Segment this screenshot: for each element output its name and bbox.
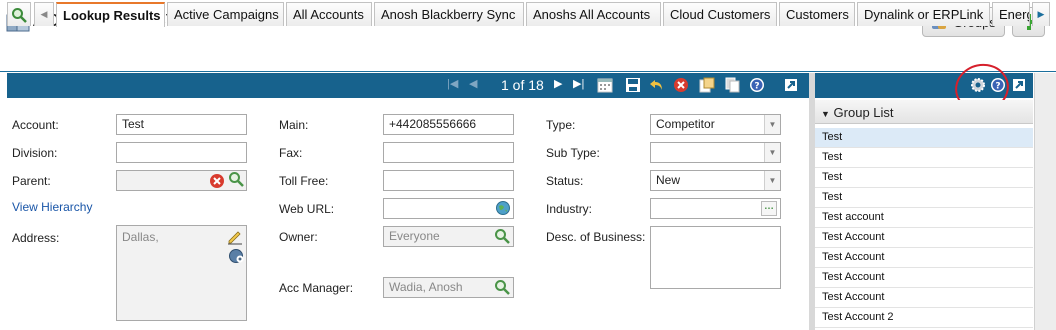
tab-anoshs-all-accounts[interactable]: Anoshs All Accounts [526,2,661,26]
status-value: New [656,173,681,187]
owner-lookup-icon[interactable] [494,228,510,244]
first-record-icon[interactable]: |◀ [447,77,463,93]
acc-manager-lookup-icon[interactable] [494,279,510,295]
tab-strip [0,46,1056,72]
group-list-item[interactable]: Test [815,148,1033,168]
triangle-right-icon: ▶ [1037,9,1045,19]
web-url-label: Web URL: [279,202,335,216]
desc-of-business-label: Desc. of Business: [546,230,646,244]
group-list-item[interactable]: Test [815,188,1033,208]
group-list-header[interactable]: ▼ Group List [815,100,1033,124]
magnifier-icon [12,7,27,23]
industry-label: Industry: [546,202,593,216]
address-label: Address: [12,231,60,245]
duplicate-icon[interactable] [725,77,741,93]
acc-manager-label: Acc Manager: [279,281,354,295]
address-text: Dallas, [122,230,159,244]
tab-customers[interactable]: Customers [779,2,855,26]
fax-field[interactable] [383,142,514,163]
account-field[interactable]: Test [116,114,247,135]
type-label: Type: [546,118,576,132]
view-hierarchy-link[interactable]: View Hierarchy [12,200,92,214]
group-list-item[interactable]: Test Account [815,288,1033,308]
collapse-triangle-icon: ▼ [821,109,830,119]
type-select[interactable]: Competitor ▼ [650,114,781,135]
group-list-title: Group List [833,105,894,120]
status-label: Status: [546,174,584,188]
undo-icon[interactable] [649,77,665,93]
globe-icon[interactable] [495,200,511,216]
dropdown-arrow-icon[interactable]: ▼ [764,171,780,190]
record-toolbar: |◀ ◀ 1 of 18 ▶ ▶| ? [7,73,809,98]
calendar-icon[interactable] [597,77,613,93]
group-list-item[interactable]: Test [815,168,1033,188]
tab-active-campaigns[interactable]: Active Campaigns [167,2,284,26]
tab-lookup-results[interactable]: Lookup Results [56,2,165,27]
main-phone-field[interactable]: +442085556666 [383,114,514,135]
tab-all-accounts[interactable]: All Accounts [286,2,372,26]
status-select[interactable]: New ▼ [650,170,781,191]
sub-type-label: Sub Type: [546,146,600,160]
vertical-scrollbar[interactable] [1034,73,1056,330]
tab-scroll-right-button[interactable]: ▶ [1032,2,1050,26]
division-label: Division: [12,146,58,160]
account-label: Account: [12,118,59,132]
triangle-left-icon: ◀ [40,9,48,19]
group-list-item[interactable]: Test Account [815,228,1033,248]
main-phone-label: Main: [279,118,309,132]
copy-record-icon[interactable] [699,77,715,93]
clear-parent-icon[interactable] [209,173,225,189]
group-list-item[interactable]: Test [815,128,1033,148]
owner-label: Owner: [279,230,318,244]
popout-icon[interactable] [783,77,799,93]
last-record-icon[interactable]: ▶| [573,77,589,93]
svg-text:?: ? [754,82,759,92]
group-list-item[interactable]: Test Account 2 [815,308,1033,328]
record-pager: 1 of 18 [501,77,544,93]
tab-cloud-customers[interactable]: Cloud Customers [663,2,777,26]
desc-of-business-textarea[interactable] [650,226,781,289]
sub-type-select[interactable]: ▼ [650,142,781,163]
previous-record-icon[interactable]: ◀ [469,77,485,93]
tab-dynalink-or-erplink[interactable]: Dynalink or ERPLink [857,2,990,26]
group-list-item[interactable]: Test Account [815,268,1033,288]
edit-pencil-icon[interactable] [227,229,243,245]
dropdown-arrow-icon[interactable]: ▼ [764,115,780,134]
division-field[interactable] [116,142,247,163]
tab-anosh-blackberry-sync[interactable]: Anosh Blackberry Sync [374,2,524,26]
group-list-item[interactable]: Test Account [815,248,1033,268]
group-popout-icon[interactable] [1011,77,1027,93]
toll-free-label: Toll Free: [279,174,329,188]
delete-icon[interactable] [673,77,689,93]
next-record-icon[interactable]: ▶ [554,77,570,93]
lookup-tab-button[interactable] [7,2,31,26]
parent-label: Parent: [12,174,51,188]
save-icon[interactable] [625,77,641,93]
type-value: Competitor [656,117,715,131]
help-icon[interactable]: ? [749,77,765,93]
parent-lookup-icon[interactable] [228,171,244,187]
group-list-item[interactable]: Test account [815,208,1033,228]
ellipsis-picker-icon[interactable]: … [761,201,777,216]
fax-label: Fax: [279,146,303,160]
dropdown-arrow-icon[interactable]: ▼ [764,143,780,162]
tab-scroll-left-button[interactable]: ◀ [34,2,54,26]
toll-free-field[interactable] [383,170,514,191]
add-address-globe-icon[interactable] [228,248,244,264]
tab-energ[interactable]: Energ [992,2,1030,26]
